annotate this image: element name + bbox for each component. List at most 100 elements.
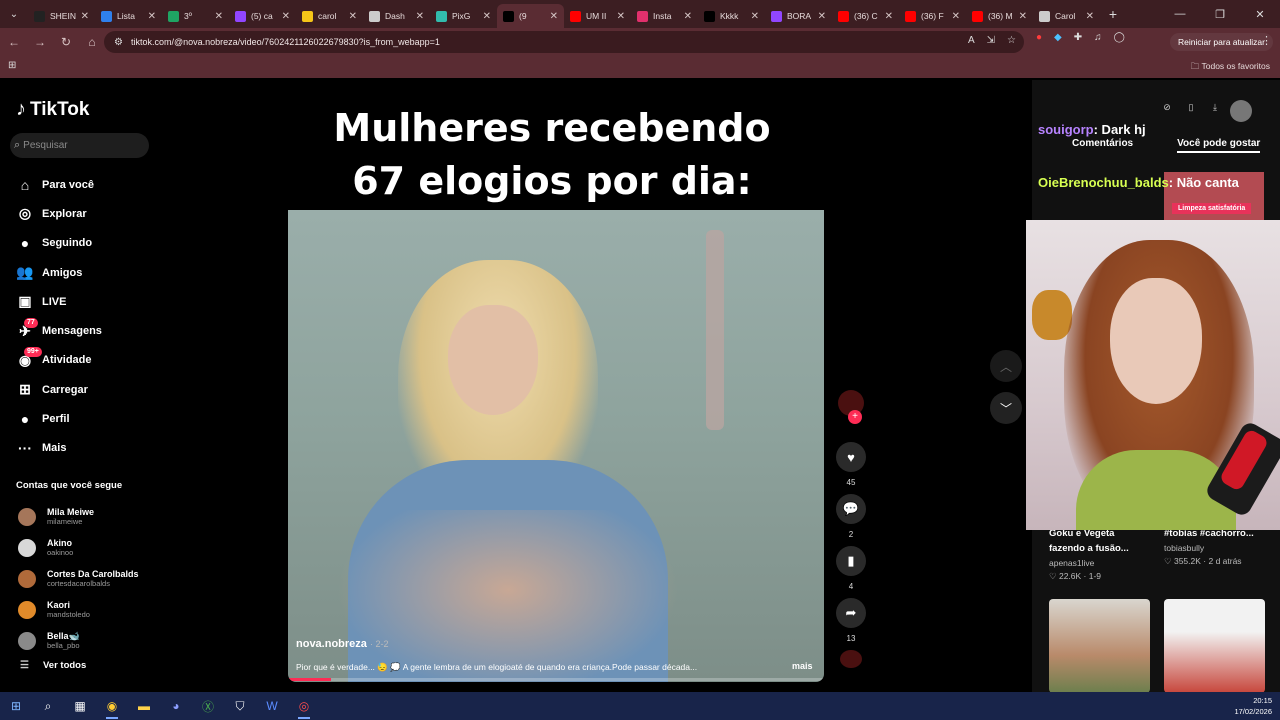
tab-close-icon[interactable]: ✕	[81, 11, 89, 22]
browser-tab[interactable]: Kkkk ✕	[698, 4, 765, 28]
tiktok-logo[interactable]: ♪ TikTok	[16, 98, 89, 121]
sound-disc-icon[interactable]	[840, 650, 862, 668]
panel-user-avatar[interactable]	[1230, 100, 1252, 122]
security-shield-icon[interactable]: ⛉	[224, 692, 256, 720]
recommendation-card-1[interactable]: Goku e Vegeta fazendo a fusão... apenas1…	[1049, 526, 1149, 582]
profile-icon[interactable]: ◯	[1114, 32, 1125, 43]
tab-close-icon[interactable]: ✕	[1086, 11, 1094, 22]
panel-phone-icon[interactable]: ▯	[1184, 102, 1198, 113]
bookmark-star-icon[interactable]: ☆	[1007, 35, 1016, 46]
all-favorites-button[interactable]: 🗀 Todos os favoritos	[1191, 61, 1270, 75]
panel-download-icon[interactable]: ⤓	[1208, 102, 1222, 113]
tab-comments[interactable]: Comentários	[1072, 138, 1133, 153]
tab-close-icon[interactable]: ✕	[483, 11, 491, 22]
browser-tab[interactable]: Dash ✕	[363, 4, 430, 28]
tab-close-icon[interactable]: ✕	[684, 11, 692, 22]
tab-close-icon[interactable]: ✕	[282, 11, 290, 22]
tab-close-icon[interactable]: ✕	[818, 11, 826, 22]
minimize-icon[interactable]: —	[1160, 0, 1200, 28]
tab-close-icon[interactable]: ✕	[349, 11, 357, 22]
apps-grid-icon[interactable]: ⊞	[8, 60, 16, 71]
sidebar-item-more[interactable]: ··· Mais	[14, 434, 102, 463]
sidebar-item-following-avatar[interactable]: ● Seguindo	[14, 229, 102, 258]
browser-tab[interactable]: PixG ✕	[430, 4, 497, 28]
browser-tab[interactable]: (36) F ✕	[899, 4, 966, 28]
recommendation-card-2[interactable]: #tobias #cachorro... tobiasbully ♡ 355.2…	[1164, 526, 1264, 567]
followed-account[interactable]: Cortes Da Carolbalds cortesdacarolbalds	[18, 563, 139, 594]
home-button-icon[interactable]: ⌂	[80, 30, 104, 54]
see-all-button[interactable]: ☰ Ver todos	[20, 660, 86, 671]
recommendation-thumbnail-4[interactable]	[1164, 599, 1265, 692]
comment-icon[interactable]: 💬	[836, 494, 866, 524]
sidebar-item-profile[interactable]: ● Perfil	[14, 404, 102, 433]
sidebar-item-compass[interactable]: ◎ Explorar	[14, 199, 102, 228]
recommendation-thumbnail-3[interactable]	[1049, 599, 1150, 692]
follow-plus-icon[interactable]: +	[848, 410, 862, 424]
tab-close-icon[interactable]: ✕	[416, 11, 424, 22]
sidebar-item-upload[interactable]: ⊞ Carregar	[14, 375, 102, 404]
tab-you-may-like[interactable]: Você pode gostar	[1177, 138, 1261, 153]
sidebar-item-friends[interactable]: 👥 Amigos	[14, 258, 102, 287]
back-icon[interactable]: ←	[2, 30, 26, 54]
reload-icon[interactable]: ↻	[54, 30, 78, 54]
browser-menu-icon[interactable]: ⋮	[1261, 34, 1272, 47]
task-view-icon[interactable]: ▦	[64, 692, 96, 720]
video-progress-bar[interactable]	[288, 678, 824, 681]
forward-icon[interactable]: →	[28, 30, 52, 54]
browser-tab[interactable]: Carol ✕	[1033, 4, 1100, 28]
tab-close-icon[interactable]: ✕	[1019, 11, 1027, 22]
browser-tab[interactable]: UM II ✕	[564, 4, 631, 28]
browser-tab[interactable]: (5) ca ✕	[229, 4, 296, 28]
xbox-icon[interactable]: Ⓧ	[192, 692, 224, 720]
followed-account[interactable]: Bella🐋 bella_pbo	[18, 625, 139, 656]
restore-icon[interactable]: ❐	[1200, 0, 1240, 28]
media-control-icon[interactable]: ♫	[1094, 32, 1102, 43]
browser-tab[interactable]: BORA ✕	[765, 4, 832, 28]
search-input[interactable]	[23, 140, 134, 151]
close-window-icon[interactable]: ✕	[1240, 0, 1280, 28]
next-video-chevron-down-icon[interactable]: ﹀	[990, 392, 1022, 424]
tab-close-icon[interactable]: ✕	[885, 11, 893, 22]
tab-close-icon[interactable]: ✕	[215, 11, 223, 22]
extension-gem-icon[interactable]: ◆	[1054, 32, 1062, 43]
tab-close-icon[interactable]: ✕	[550, 11, 558, 22]
extension-red-icon[interactable]: ●	[1036, 32, 1042, 43]
tab-close-icon[interactable]: ✕	[952, 11, 960, 22]
chrome-icon[interactable]: ◉	[96, 692, 128, 720]
video-author[interactable]: nova.nobreza · 2-2	[296, 638, 388, 650]
restart-to-update-button[interactable]: Reiniciar para atualizar	[1170, 33, 1273, 51]
sidebar-item-live[interactable]: ▣ LIVE	[14, 287, 102, 316]
word-icon[interactable]: W	[256, 692, 288, 720]
panel-link-icon[interactable]: ⊘	[1160, 102, 1174, 113]
file-explorer-icon[interactable]: ▬	[128, 692, 160, 720]
browser-tab[interactable]: 3º ✕	[162, 4, 229, 28]
sidebar-item-home[interactable]: ⌂ Para você	[14, 170, 102, 199]
site-info-icon[interactable]: ⚙	[114, 37, 123, 48]
browser-tab[interactable]: Lista ✕	[95, 4, 162, 28]
tab-close-icon[interactable]: ✕	[617, 11, 625, 22]
browser-tab[interactable]: (36) C ✕	[832, 4, 899, 28]
followed-account[interactable]: Akino oakinoo	[18, 532, 139, 563]
followed-account[interactable]: Mila Meiwe milameiwe	[18, 501, 139, 532]
browser-tab[interactable]: Insta ✕	[631, 4, 698, 28]
browser-tab[interactable]: SHEIN ✕	[28, 4, 95, 28]
windows-start-icon[interactable]: ⊞	[0, 692, 32, 720]
tab-search-icon[interactable]: ⌄	[0, 0, 28, 28]
install-app-icon[interactable]: ⇲	[987, 35, 995, 46]
recording-app-icon[interactable]: ◎	[288, 692, 320, 720]
more-description-button[interactable]: mais	[792, 661, 813, 671]
browser-tab[interactable]: (9 ✕	[497, 4, 564, 28]
browser-tab[interactable]: carol ✕	[296, 4, 363, 28]
sidebar-item-activity[interactable]: ◉ 99+ Atividade	[14, 346, 102, 375]
extensions-puzzle-icon[interactable]: ✚	[1074, 32, 1082, 43]
previous-video-chevron-up-icon[interactable]: ︿	[990, 350, 1022, 382]
address-bar[interactable]: ⚙ tiktok.com/@nova.nobreza/video/7602421…	[104, 31, 1024, 53]
tab-close-icon[interactable]: ✕	[148, 11, 156, 22]
share-arrow-icon[interactable]: ➦	[836, 598, 866, 628]
translate-icon[interactable]: A	[968, 35, 975, 46]
new-tab-button[interactable]: +	[1100, 6, 1126, 22]
discord-icon[interactable]: ◕	[160, 692, 192, 720]
followed-account[interactable]: Kaori mandstoledo	[18, 594, 139, 625]
sidebar-item-messages[interactable]: ✈ 77 Mensagens	[14, 316, 102, 345]
browser-tab[interactable]: (36) M ✕	[966, 4, 1033, 28]
